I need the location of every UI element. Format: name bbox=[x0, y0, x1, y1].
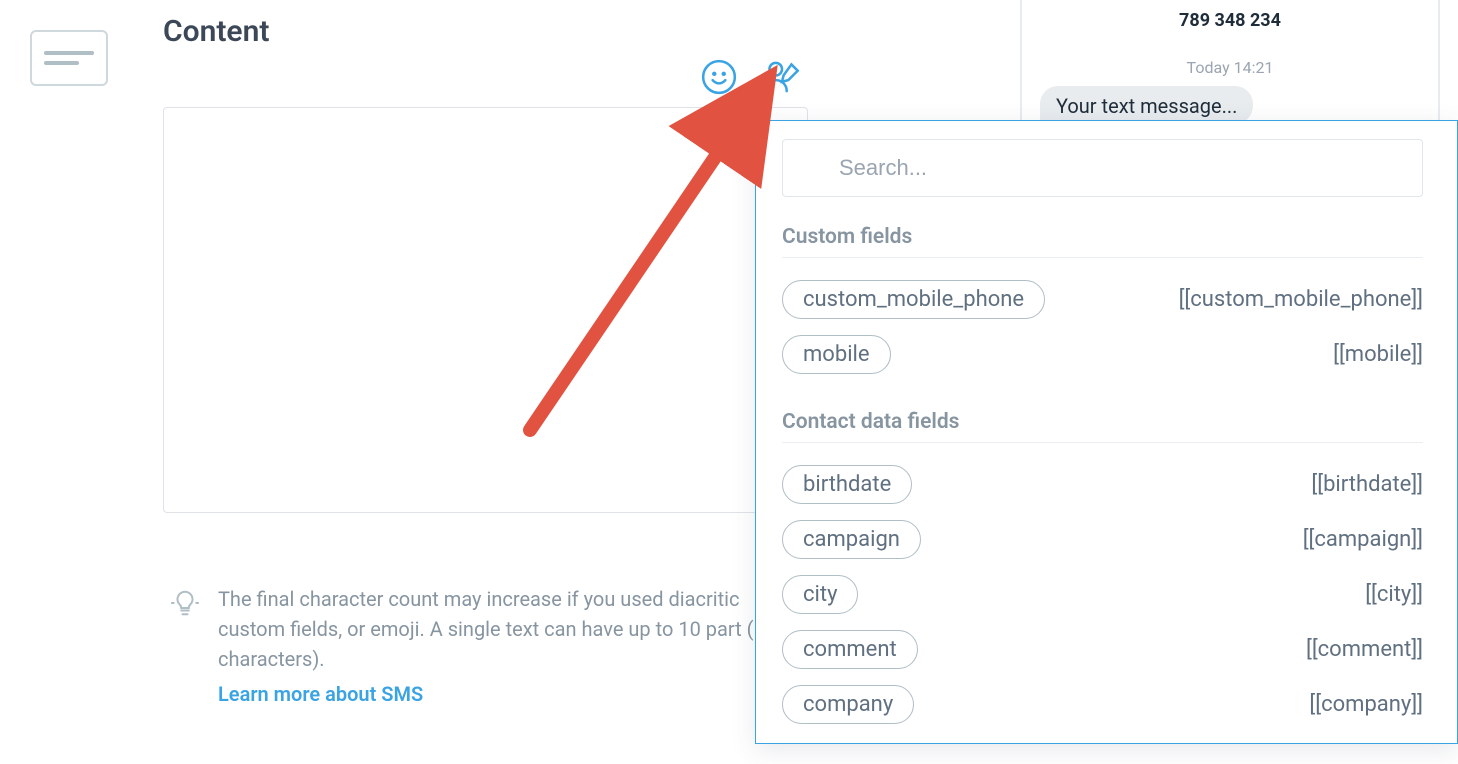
field-token: [[campaign]] bbox=[1303, 527, 1423, 552]
hint-row: The final character count may increase i… bbox=[170, 584, 810, 674]
phone-message-bubble: Your text message... bbox=[1040, 86, 1253, 124]
field-pill-city[interactable]: city bbox=[782, 575, 858, 614]
phone-timestamp: Today 14:21 bbox=[1187, 58, 1274, 77]
field-token: [[birthdate]] bbox=[1311, 472, 1423, 497]
field-pill-campaign[interactable]: campaign bbox=[782, 520, 921, 559]
field-row: birthdate [[birthdate]] bbox=[782, 457, 1423, 512]
personalization-icon[interactable] bbox=[760, 58, 804, 96]
field-row: mobile [[mobile]] bbox=[782, 327, 1423, 382]
search-input[interactable] bbox=[837, 154, 1402, 182]
emoji-icon[interactable] bbox=[700, 58, 738, 96]
field-pill-custom-mobile-phone[interactable]: custom_mobile_phone bbox=[782, 280, 1045, 319]
tile-line bbox=[44, 61, 79, 65]
search-field-wrap[interactable] bbox=[782, 139, 1423, 197]
learn-more-link[interactable]: Learn more about SMS bbox=[218, 682, 423, 706]
lightbulb-icon bbox=[170, 588, 200, 618]
personalization-dropdown: Custom fields custom_mobile_phone [[cust… bbox=[755, 120, 1458, 744]
field-pill-comment[interactable]: comment bbox=[782, 630, 918, 669]
phone-preview: 789 348 234 Today 14:21 Your text messag… bbox=[1020, 0, 1440, 120]
field-token: [[comment]] bbox=[1306, 637, 1423, 662]
field-token: [[custom_mobile_phone]] bbox=[1179, 287, 1423, 312]
field-pill-mobile[interactable]: mobile bbox=[782, 335, 891, 374]
editor-toolbar bbox=[700, 58, 804, 96]
message-textarea[interactable] bbox=[163, 107, 808, 513]
hint-text: The final character count may increase i… bbox=[218, 584, 810, 674]
content-type-tile[interactable] bbox=[30, 30, 108, 86]
field-row: custom_mobile_phone [[custom_mobile_phon… bbox=[782, 272, 1423, 327]
field-token: [[mobile]] bbox=[1333, 342, 1423, 367]
field-pill-company[interactable]: company bbox=[782, 685, 914, 724]
group-label-contact: Contact data fields bbox=[782, 400, 1423, 443]
field-row: city [[city]] bbox=[782, 567, 1423, 622]
phone-number: 789 348 234 bbox=[1179, 10, 1281, 31]
tile-line bbox=[44, 51, 94, 55]
page-title: Content bbox=[163, 14, 269, 49]
field-row: company [[company]] bbox=[782, 677, 1423, 732]
field-pill-birthdate[interactable]: birthdate bbox=[782, 465, 912, 504]
field-token: [[city]] bbox=[1365, 582, 1423, 607]
group-label-custom: Custom fields bbox=[782, 215, 1423, 258]
field-token: [[company]] bbox=[1309, 692, 1423, 717]
field-row: campaign [[campaign]] bbox=[782, 512, 1423, 567]
field-row: comment [[comment]] bbox=[782, 622, 1423, 677]
